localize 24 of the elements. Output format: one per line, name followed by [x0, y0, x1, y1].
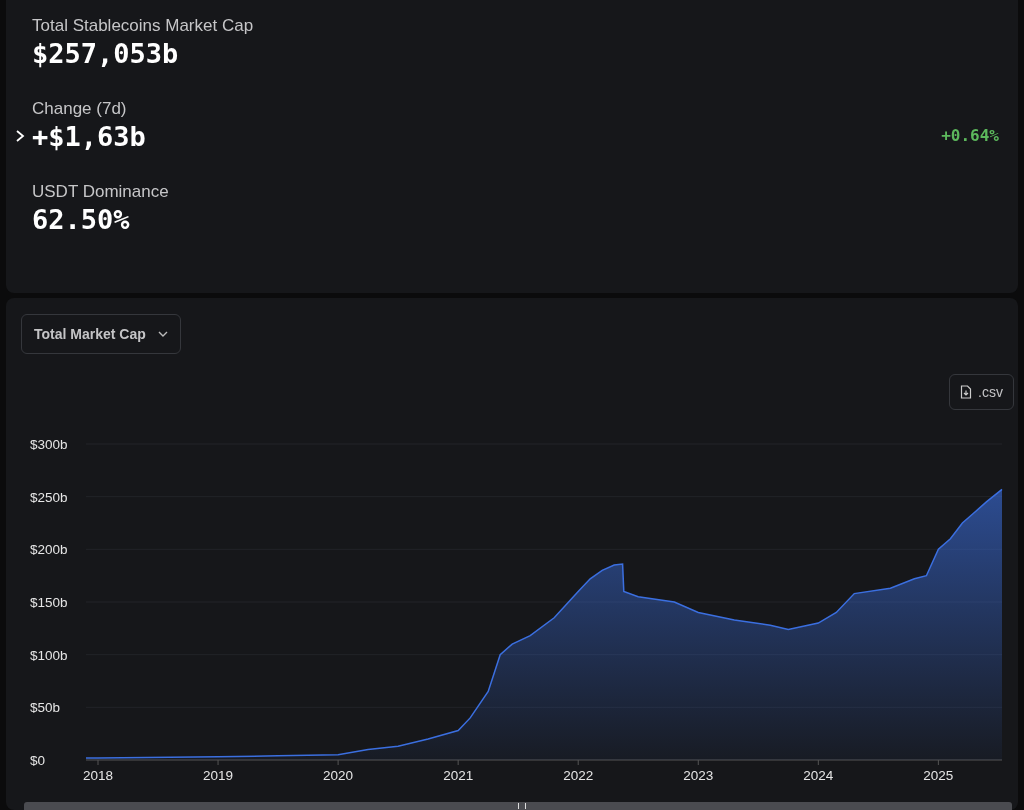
y-axis-label: $100b [30, 647, 68, 663]
stat-value: $257,053b [32, 38, 179, 69]
y-axis-label: $50b [30, 700, 61, 716]
stat-label: Change (7d) [32, 99, 128, 119]
x-axis-label: 2023 [683, 768, 714, 783]
metric-dropdown[interactable]: Total Market Cap [21, 314, 181, 354]
y-axis-label: $200b [30, 542, 68, 558]
stat-value: 62.50% [32, 204, 130, 235]
y-axis-label: $150b [30, 595, 68, 610]
x-axis-label: 2018 [83, 768, 114, 783]
stat-label: USDT Dominance [32, 182, 170, 202]
y-axis-label: $0 [30, 753, 46, 768]
x-axis-label: 2024 [803, 768, 834, 783]
y-axis-label: $300b [30, 437, 68, 452]
y-axis-label: $250b [30, 489, 68, 505]
percent-change: +0.64% [941, 126, 999, 145]
x-axis-label: 2019 [203, 768, 234, 783]
x-axis-label: 2025 [923, 768, 954, 783]
stat-value: +$1,63b [32, 121, 146, 152]
x-axis-label: 2022 [563, 768, 594, 783]
stat-label: Total Stablecoins Market Cap [32, 16, 255, 36]
csv-download-button[interactable]: .csv [949, 374, 1014, 410]
x-axis-label: 2020 [323, 768, 354, 783]
x-axis-label: 2021 [443, 768, 474, 783]
